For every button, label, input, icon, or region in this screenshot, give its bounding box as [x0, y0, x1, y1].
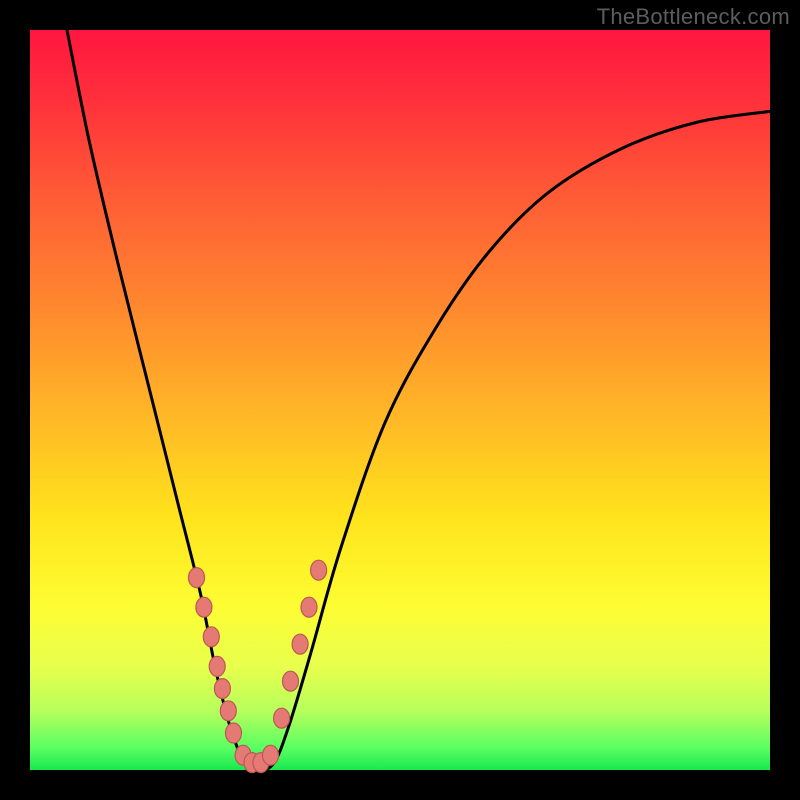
curve-marker [209, 656, 225, 676]
curve-marker [203, 627, 219, 647]
curve-svg [30, 30, 770, 770]
curve-marker [283, 671, 299, 691]
curve-marker [263, 745, 279, 765]
plot-area [30, 30, 770, 770]
curve-marker [220, 701, 236, 721]
curve-marker [196, 597, 212, 617]
curve-marker [311, 560, 327, 580]
curve-marker [301, 597, 317, 617]
outer-frame: TheBottleneck.com [0, 0, 800, 800]
curve-marker [274, 708, 290, 728]
bottleneck-curve [67, 30, 770, 770]
watermark-text: TheBottleneck.com [597, 4, 790, 30]
curve-marker [226, 723, 242, 743]
curve-marker [214, 679, 230, 699]
curve-marker [292, 634, 308, 654]
curve-marker [189, 568, 205, 588]
